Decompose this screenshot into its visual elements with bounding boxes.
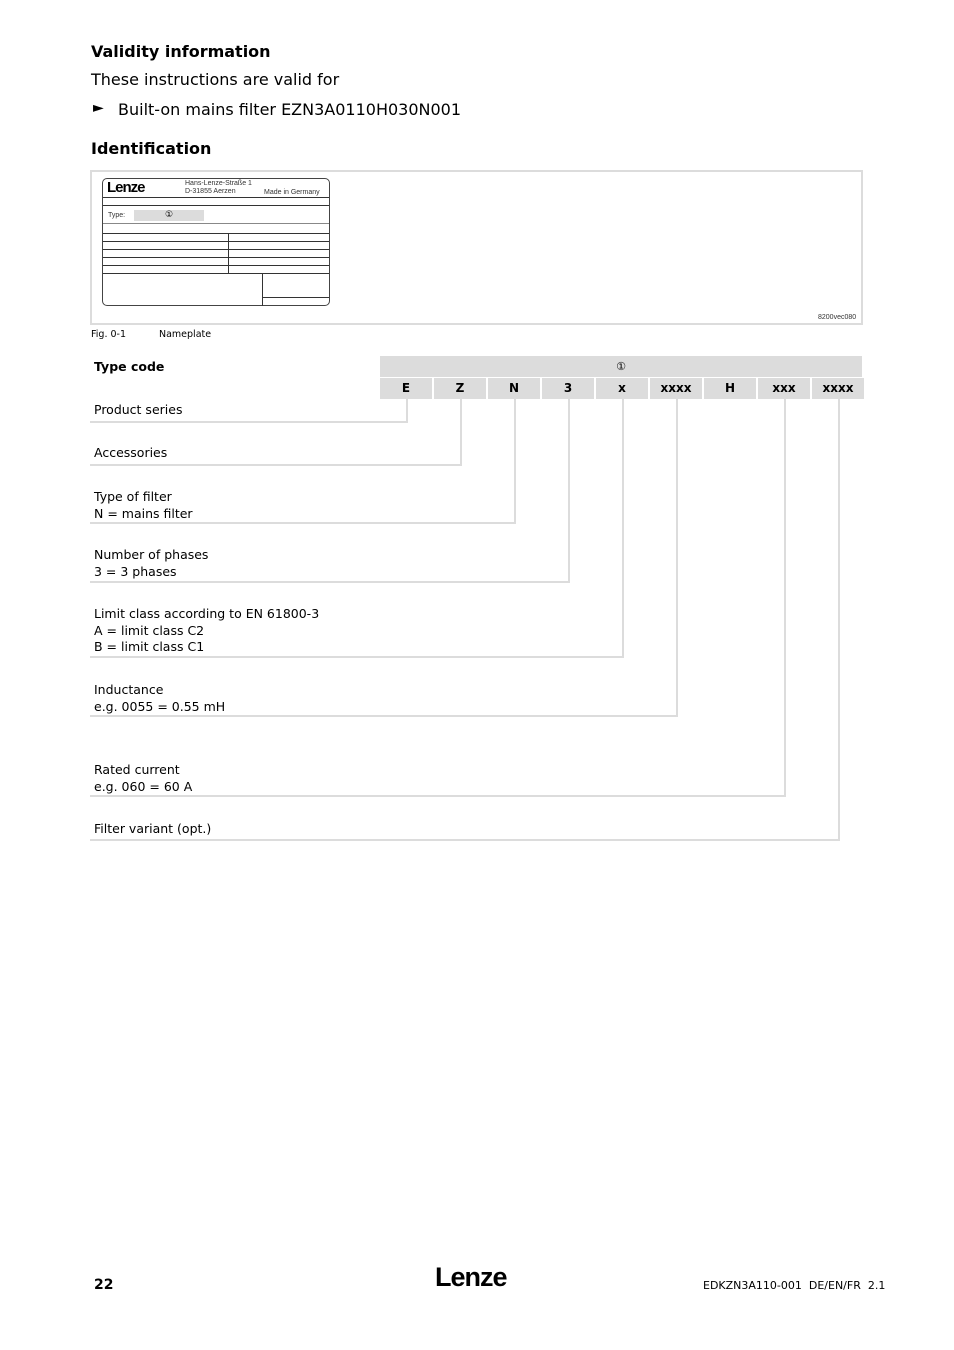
validity-heading: Validity information [91,42,271,61]
type-code-heading: Type code [94,359,165,374]
lead-line-horizontal [90,464,462,466]
type-code-segment: xxxx [650,378,702,399]
description-line: 3 = 3 phases [94,563,177,579]
description-line: Rated current [94,762,180,777]
lead-line-vertical [676,399,678,717]
figure-caption: Nameplate [159,329,212,340]
nameplate-logo: Lenze [107,179,146,196]
lead-line-vertical [406,399,408,423]
type-code-description: Limit class according to EN 61800-3 A = l… [94,606,319,656]
type-code-segment: xxxx [812,378,864,399]
lead-line-vertical [514,399,516,524]
lead-line-horizontal [90,522,516,524]
description-line: Limit class according to EN 61800-3 [94,606,320,621]
validity-intro: These instructions are valid for [91,70,340,89]
lead-line-horizontal [90,839,840,841]
description-line: Inductance [94,682,164,697]
nameplate-type-field: ① [134,210,204,221]
description-line: B = limit class C1 [94,639,205,654]
type-code-description: Number of phases 3 = 3 phases [94,547,208,580]
type-code-description: Accessories [94,445,167,462]
lead-line-vertical [784,399,786,797]
page-number: 22 [94,1277,114,1293]
type-code-description: Type of filter N = mains filter [94,489,193,522]
description-line: Type of filter [94,489,172,504]
description-line: Accessories [94,445,168,460]
footer-logo: Lenze [435,1262,508,1292]
nameplate: Lenze Hans-Lenze-Straße 1 D-31855 Aerzen… [102,178,330,306]
figure-number: Fig. 0-1 [91,329,126,340]
description-line: Product series [94,402,183,417]
type-code-description: Product series [94,402,182,419]
type-code-segment: 3 [542,378,594,399]
lead-line-horizontal [90,795,786,797]
document-id: EDKZN3A110-001 DE/EN/FR 2.1 [703,1279,886,1292]
description-line: Number of phases [94,547,209,562]
type-code-description: Inductance e.g. 0055 = 0.55 mH [94,682,225,715]
type-code-segment: x [596,378,648,399]
lead-line-horizontal [90,581,570,583]
nameplate-address-2: D-31855 Aerzen [185,188,236,195]
lead-line-vertical [838,399,840,841]
figure-code: 8200vec080 [818,314,857,321]
lead-line-horizontal [90,421,408,423]
description-line: A = limit class C2 [94,622,205,638]
nameplate-address-1: Hans-Lenze-Straße 1 [185,180,252,187]
description-line: N = mains filter [94,505,193,521]
lead-line-horizontal [90,656,624,658]
validity-item: Built-on mains filter EZN3A0110H030N001 [118,100,462,119]
type-code-segment: Z [434,378,486,399]
triangle-right-icon: ► [93,100,104,116]
type-code-segment: E [380,378,432,399]
description-line: Filter variant (opt.) [94,821,212,836]
nameplate-made-in: Made in Germany [264,189,320,196]
type-code-segment: H [704,378,756,399]
lead-line-horizontal [90,715,678,717]
nameplate-type-label: Type: [108,212,126,219]
type-code-description: Filter variant (opt.) [94,821,211,838]
type-code-description: Rated current e.g. 060 = 60 A [94,762,192,795]
type-code-segment: xxx [758,378,810,399]
type-code-segment: N [488,378,540,399]
lead-line-vertical [622,399,624,658]
description-line: e.g. 060 = 60 A [94,778,193,794]
identification-heading: Identification [91,139,212,158]
lead-line-vertical [568,399,570,583]
description-line: e.g. 0055 = 0.55 mH [94,698,226,714]
type-code-marker: ① [380,356,862,377]
lead-line-vertical [460,399,462,466]
